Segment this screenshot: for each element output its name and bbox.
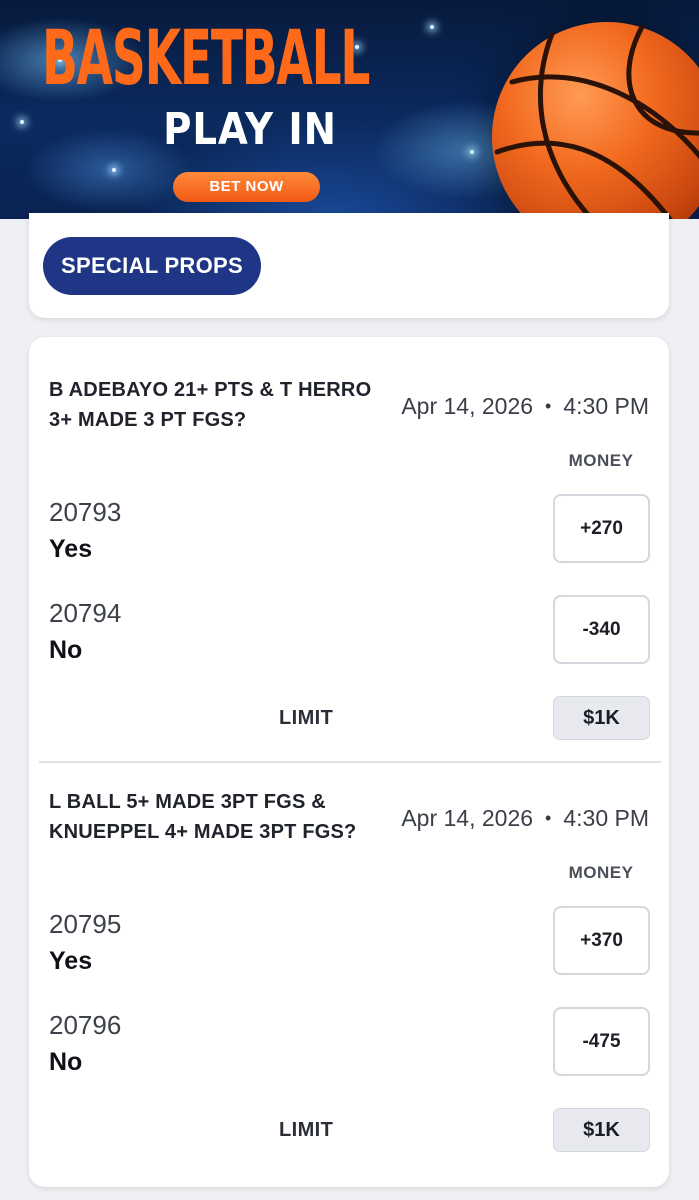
odds-button[interactable]: -340 [553,595,650,664]
bet-title: B ADEBAYO 21+ PTS & T HERRO 3+ MADE 3 PT… [49,379,372,431]
separator-dot: • [545,808,552,828]
outcome-number: 20793 [49,497,122,527]
special-props-button[interactable]: SPECIAL PROPS [43,237,261,295]
bet-datetime: Apr 14, 2026 • 4:30 PM [401,393,649,420]
basketball-icon [492,22,699,219]
bet-time: 4:30 PM [563,805,649,831]
bet-datetime: Apr 14, 2026 • 4:30 PM [401,805,649,832]
stadium-light [470,150,474,154]
limit-label: LIMIT [279,1119,334,1141]
money-column-header: MONEY [568,863,634,882]
limit-value: $1K [553,696,650,740]
bet-title: L BALL 5+ MADE 3PT FGS & KNUEPPEL 4+ MAD… [49,791,357,843]
bet-time: 4:30 PM [563,393,649,419]
bets-list: B ADEBAYO 21+ PTS & T HERRO 3+ MADE 3 PT… [29,337,669,1187]
outcome-label: Yes [49,947,93,975]
bet-card: L BALL 5+ MADE 3PT FGS & KNUEPPEL 4+ MAD… [29,749,669,1161]
bet-now-button[interactable]: BET NOW [173,172,320,202]
bet-date: Apr 14, 2026 [401,805,534,831]
outcome-number: 20795 [49,909,122,939]
outcome-number: 20796 [49,1010,122,1040]
stadium-light [20,120,24,124]
limit-label: LIMIT [279,707,334,729]
limit-value: $1K [553,1108,650,1152]
props-filter-card: SPECIAL PROPS [29,213,669,318]
odds-button[interactable]: +370 [553,906,650,975]
bet-card: B ADEBAYO 21+ PTS & T HERRO 3+ MADE 3 PT… [29,337,669,749]
outcome-label: No [49,1048,83,1076]
promo-banner[interactable]: BASKETBALL PLAY IN BET NOW [0,0,699,219]
outcome-number: 20794 [49,598,122,628]
money-column-header: MONEY [568,451,634,470]
odds-button[interactable]: -475 [553,1007,650,1076]
outcome-label: Yes [49,535,93,563]
banner-title: BASKETBALL [42,13,370,102]
bet-date: Apr 14, 2026 [401,393,534,419]
banner-subtitle: PLAY IN [163,104,337,155]
odds-button[interactable]: +270 [553,494,650,563]
stadium-light [112,168,116,172]
separator-dot: • [545,396,552,416]
outcome-label: No [49,636,83,664]
